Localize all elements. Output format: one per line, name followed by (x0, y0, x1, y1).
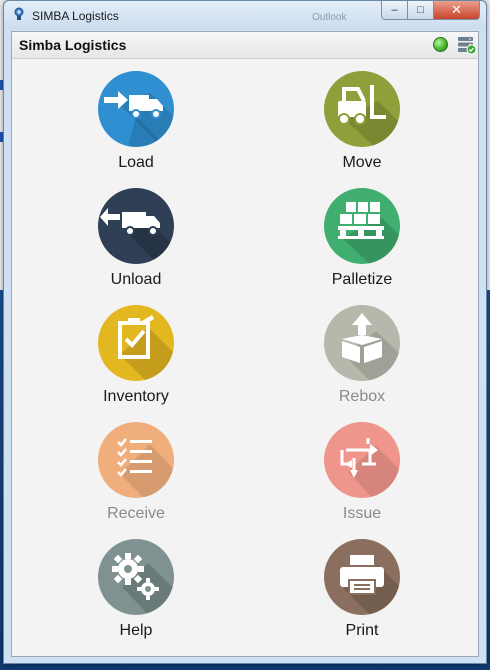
help-tile[interactable]: Help (36, 539, 236, 649)
issue-tile[interactable]: Issue (262, 422, 462, 532)
window-title: SIMBA Logistics (32, 9, 119, 23)
background-window-text: Outlook (312, 12, 347, 23)
close-button[interactable]: ✕ (434, 1, 480, 20)
rebox-label: Rebox (338, 388, 386, 405)
unload-tile[interactable]: Unload (36, 188, 236, 298)
unload-button-circle (98, 188, 174, 264)
app-header-bar: Simba Logistics (12, 32, 478, 59)
app-header-title: Simba Logistics (19, 37, 127, 53)
forklift-icon (338, 85, 400, 147)
maximize-button[interactable]: □ (408, 1, 434, 20)
printer-icon (340, 555, 400, 615)
gears-icon (112, 553, 174, 615)
pallet-boxes-icon (338, 202, 400, 264)
inventory-label: Inventory (103, 388, 169, 405)
receive-button-circle (98, 422, 174, 498)
app-logo-icon (14, 7, 24, 20)
truck-loading-icon (104, 91, 174, 147)
app-client-area: Simba Logistics Load Move Unload Palleti… (11, 31, 479, 657)
issue-button-circle (324, 422, 400, 498)
open-box-icon (342, 313, 400, 381)
move-tile[interactable]: Move (262, 71, 462, 181)
clipboard-check-icon (118, 315, 174, 381)
window-controls: – □ ✕ (381, 1, 480, 21)
palletize-tile[interactable]: Palletize (262, 188, 462, 298)
issue-label: Issue (342, 505, 382, 522)
rebox-button-circle (324, 305, 400, 381)
exchange-arrows-icon (340, 438, 400, 498)
load-label: Load (118, 154, 154, 171)
load-tile[interactable]: Load (36, 71, 236, 181)
print-tile[interactable]: Print (262, 539, 462, 649)
palletize-button-circle (324, 188, 400, 264)
load-button-circle (98, 71, 174, 147)
receive-label: Receive (107, 505, 165, 522)
print-label: Print (345, 622, 379, 639)
server-settings-icon[interactable] (457, 35, 477, 55)
minimize-button[interactable]: – (381, 1, 408, 20)
rebox-tile[interactable]: Rebox (262, 305, 462, 415)
connection-status-indicator (433, 37, 448, 52)
app-window: SIMBA Logistics Outlook – □ ✕ Simba Logi… (3, 0, 487, 664)
move-label: Move (342, 154, 382, 171)
help-label: Help (119, 622, 153, 639)
receive-tile[interactable]: Receive (36, 422, 236, 532)
inventory-button-circle (98, 305, 174, 381)
unload-label: Unload (110, 271, 162, 288)
checklist-icon (117, 438, 174, 498)
move-button-circle (324, 71, 400, 147)
inventory-tile[interactable]: Inventory (36, 305, 236, 415)
help-button-circle (98, 539, 174, 615)
truck-unloading-icon (100, 208, 174, 264)
print-button-circle (324, 539, 400, 615)
palletize-label: Palletize (331, 271, 393, 288)
window-titlebar[interactable]: SIMBA Logistics Outlook – □ ✕ (4, 1, 486, 29)
